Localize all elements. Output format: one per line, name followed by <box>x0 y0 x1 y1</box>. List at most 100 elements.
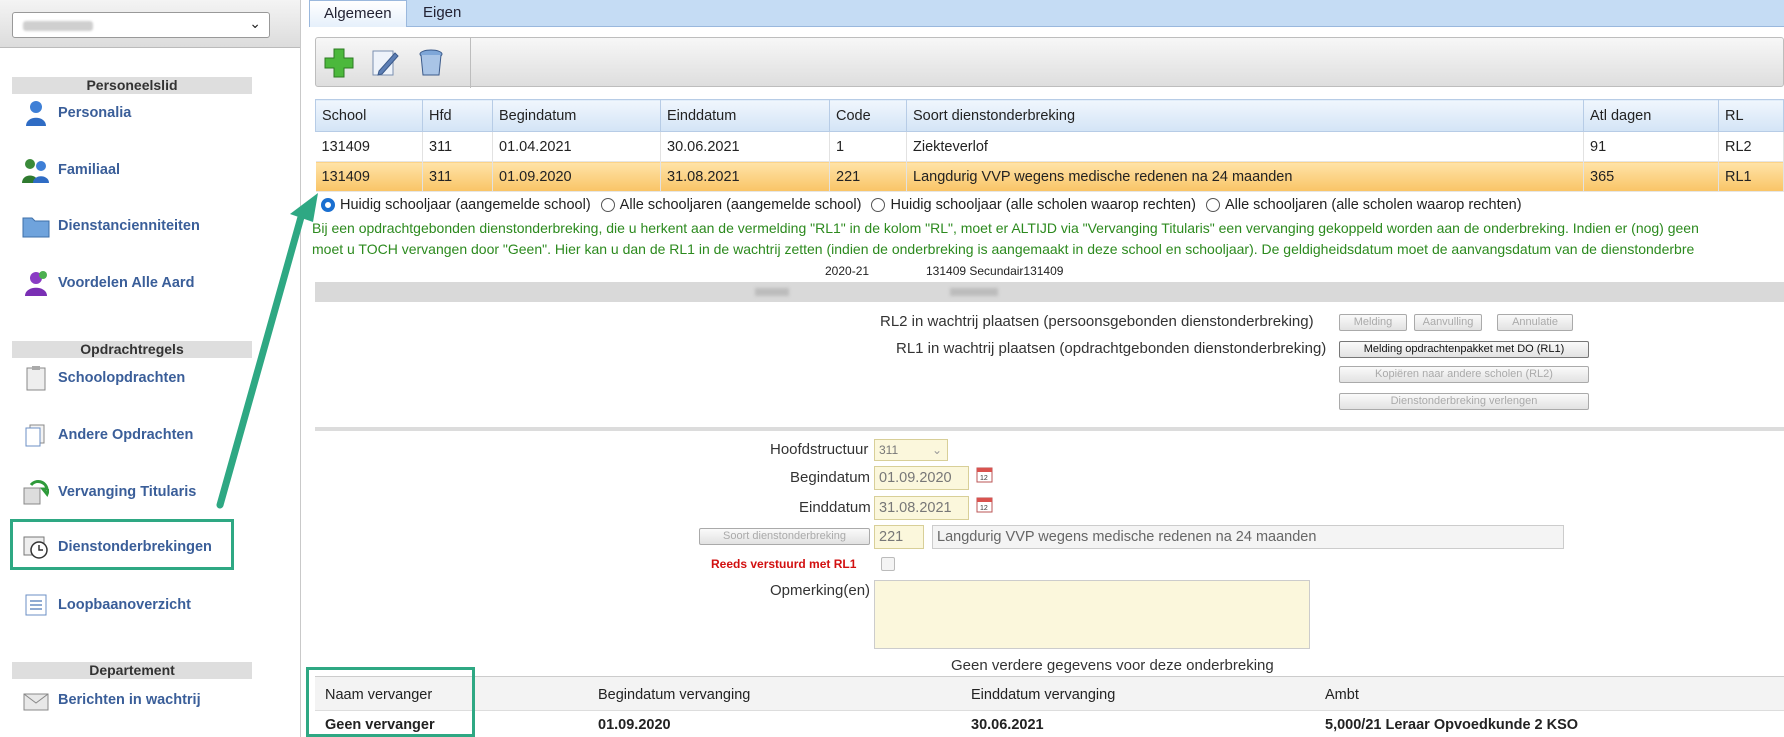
dienstonderbrekingen-table: School Hfd Begindatum Einddatum Code Soo… <box>315 99 1784 192</box>
col-einddatum[interactable]: Einddatum <box>660 99 830 132</box>
cell: 1 <box>829 131 907 162</box>
radio-button[interactable] <box>871 198 886 212</box>
sidebar-item-loopbaanoverzicht[interactable]: Loopbaanoverzicht <box>22 589 191 621</box>
schooljaar-filter: Huidig schooljaar (aangemelde school) Al… <box>321 197 1522 213</box>
clipboard-icon <box>22 364 50 392</box>
blurred-person-name <box>23 21 93 31</box>
add-icon <box>324 48 354 78</box>
sidebar-item-schoolopdrachten[interactable]: Schoolopdrachten <box>22 362 185 394</box>
tab-bar: Algemeen Eigen <box>309 0 1784 27</box>
cell: 365 <box>1583 161 1719 192</box>
radio-alle-aangemeld[interactable]: Alle schooljaren (aangemelde school) <box>600 197 861 213</box>
rl1-label: RL1 in wachtrij plaatsen (opdrachtgebond… <box>896 340 1327 357</box>
calendar-icon[interactable]: 12 <box>976 496 993 513</box>
sidebar-item-berichten[interactable]: Berichten in wachtrij <box>22 684 201 716</box>
edit-button[interactable] <box>366 44 404 82</box>
col-code[interactable]: Code <box>829 99 907 132</box>
school-label: 131409 Secundair131409 <box>926 264 1064 278</box>
calendar-icon[interactable]: 12 <box>976 466 993 483</box>
cell: 131409 <box>315 161 423 192</box>
person-purple-icon <box>22 269 50 297</box>
cell: RL1 <box>1718 161 1784 192</box>
radio-button[interactable] <box>1205 198 1220 212</box>
radio-alle-alle[interactable]: Alle schooljaren (alle scholen waarop re… <box>1205 197 1522 213</box>
cell: Ziekteverlof <box>906 131 1584 162</box>
rl2-label: RL2 in wachtrij plaatsen (persoonsgebond… <box>880 313 1314 330</box>
person-info-bar <box>315 282 1784 302</box>
cell: Langdurig VVP wegens medische redenen na… <box>906 161 1584 192</box>
cell: RL2 <box>1718 131 1784 162</box>
sidebar-item-andere-opdrachten[interactable]: Andere Opdrachten <box>22 419 193 451</box>
section-divider <box>315 427 1784 431</box>
verlengen-button[interactable]: Dienstonderbreking verlengen <box>1339 393 1589 410</box>
cell: 221 <box>829 161 907 192</box>
table-row[interactable]: 131409 311 01.04.2021 30.06.2021 1 Ziekt… <box>315 131 1784 162</box>
col-soort[interactable]: Soort dienstonderbreking <box>906 99 1584 132</box>
section-departement: Departement <box>12 662 252 679</box>
geen-gegevens-note: Geen verdere gegevens voor deze onderbre… <box>951 657 1274 674</box>
add-button[interactable] <box>320 44 358 82</box>
col-begindatum-vervanging: Begindatum vervanging <box>598 687 751 703</box>
opmerking-textarea[interactable] <box>874 580 1310 649</box>
table-row-selected[interactable]: 131409 311 01.09.2020 31.08.2021 221 Lan… <box>315 161 1784 192</box>
schooljaar-label: 2020-21 <box>825 264 870 278</box>
documents-icon <box>22 421 50 449</box>
person-select[interactable]: ⌄ <box>12 12 270 38</box>
col-einddatum-vervanging: Einddatum vervanging <box>971 687 1116 703</box>
hoofdstructuur-select[interactable]: 311 ⌄ <box>874 439 948 461</box>
section-opdrachtregels: Opdrachtregels <box>12 341 252 358</box>
family-icon <box>22 156 50 184</box>
svg-text:12: 12 <box>980 475 988 482</box>
begindatum-field[interactable]: 01.09.2020 <box>874 466 969 490</box>
sidebar-header: ⌄ <box>0 0 300 48</box>
radio-button-checked[interactable] <box>321 198 335 212</box>
person-icon <box>22 99 50 127</box>
highlight-naam-vervanger <box>306 667 475 737</box>
sidebar-item-vervanging-titularis[interactable]: Vervanging Titularis <box>22 476 196 508</box>
radio-huidig-alle[interactable]: Huidig schooljaar (alle scholen waarop r… <box>871 197 1196 213</box>
col-begindatum[interactable]: Begindatum <box>492 99 661 132</box>
delete-icon <box>419 49 443 76</box>
tab-algemeen[interactable]: Algemeen <box>309 0 407 27</box>
col-rl[interactable]: RL <box>1718 99 1784 132</box>
sidebar-item-voordelen[interactable]: Voordelen Alle Aard <box>22 267 194 299</box>
reeds-verstuurd-label: Reeds verstuurd met RL1 <box>711 557 857 571</box>
cell: 31.08.2021 <box>660 161 830 192</box>
radio-button[interactable] <box>600 198 615 212</box>
vervanging-header: Naam vervanger Begindatum vervanging Ein… <box>315 676 1784 711</box>
radio-huidig-aangemeld[interactable]: Huidig schooljaar (aangemelde school) <box>321 197 591 213</box>
blurred-text <box>950 288 998 296</box>
annulatie-button[interactable]: Annulatie <box>1497 314 1573 331</box>
sidebar-item-familiaal[interactable]: Familiaal <box>22 154 120 186</box>
table-header-row: School Hfd Begindatum Einddatum Code Soo… <box>315 99 1784 132</box>
sidebar-item-personalia[interactable]: Personalia <box>22 97 131 129</box>
reeds-verstuurd-checkbox[interactable] <box>881 557 895 571</box>
soort-dienstonderbreking-button[interactable]: Soort dienstonderbreking <box>699 528 870 545</box>
melding-button[interactable]: Melding <box>1339 314 1407 331</box>
einddatum-field[interactable]: 31.08.2021 <box>874 496 969 520</box>
tab-eigen[interactable]: Eigen <box>409 0 475 27</box>
vervanging-row[interactable]: Geen vervanger 01.09.2020 30.06.2021 5,0… <box>315 711 1784 737</box>
cell: 311 <box>422 161 493 192</box>
col-atl-dagen[interactable]: Atl dagen <box>1583 99 1719 132</box>
col-school[interactable]: School <box>315 99 423 132</box>
toolbar <box>315 37 1784 88</box>
kopieren-button[interactable]: Kopiëren naar andere scholen (RL2) <box>1339 366 1589 383</box>
hoofdstructuur-label: Hoofdstructuur <box>770 441 869 458</box>
soort-code-field[interactable]: 221 <box>874 525 924 549</box>
svg-text:12: 12 <box>980 505 988 512</box>
toolbar-separator <box>470 38 471 88</box>
aanvulling-button[interactable]: Aanvulling <box>1414 314 1482 331</box>
chevron-down-icon: ⌄ <box>249 15 261 31</box>
cell: 91 <box>1583 131 1719 162</box>
col-hfd[interactable]: Hfd <box>422 99 493 132</box>
cell: 01.04.2021 <box>492 131 661 162</box>
edit-icon <box>372 50 399 76</box>
delete-button[interactable] <box>412 44 450 82</box>
melding-opdrachtenpakket-button[interactable]: Melding opdrachtenpakket met DO (RL1) <box>1339 341 1589 358</box>
sidebar-item-dienstancienniteiten[interactable]: Dienstancienniteiten <box>22 210 200 242</box>
sidebar: ⌄ Personeelslid Personalia Familiaal Die… <box>0 0 301 737</box>
envelope-icon <box>22 686 50 714</box>
replace-icon <box>22 478 50 506</box>
soort-omschrijving-field: Langdurig VVP wegens medische redenen na… <box>932 525 1564 549</box>
